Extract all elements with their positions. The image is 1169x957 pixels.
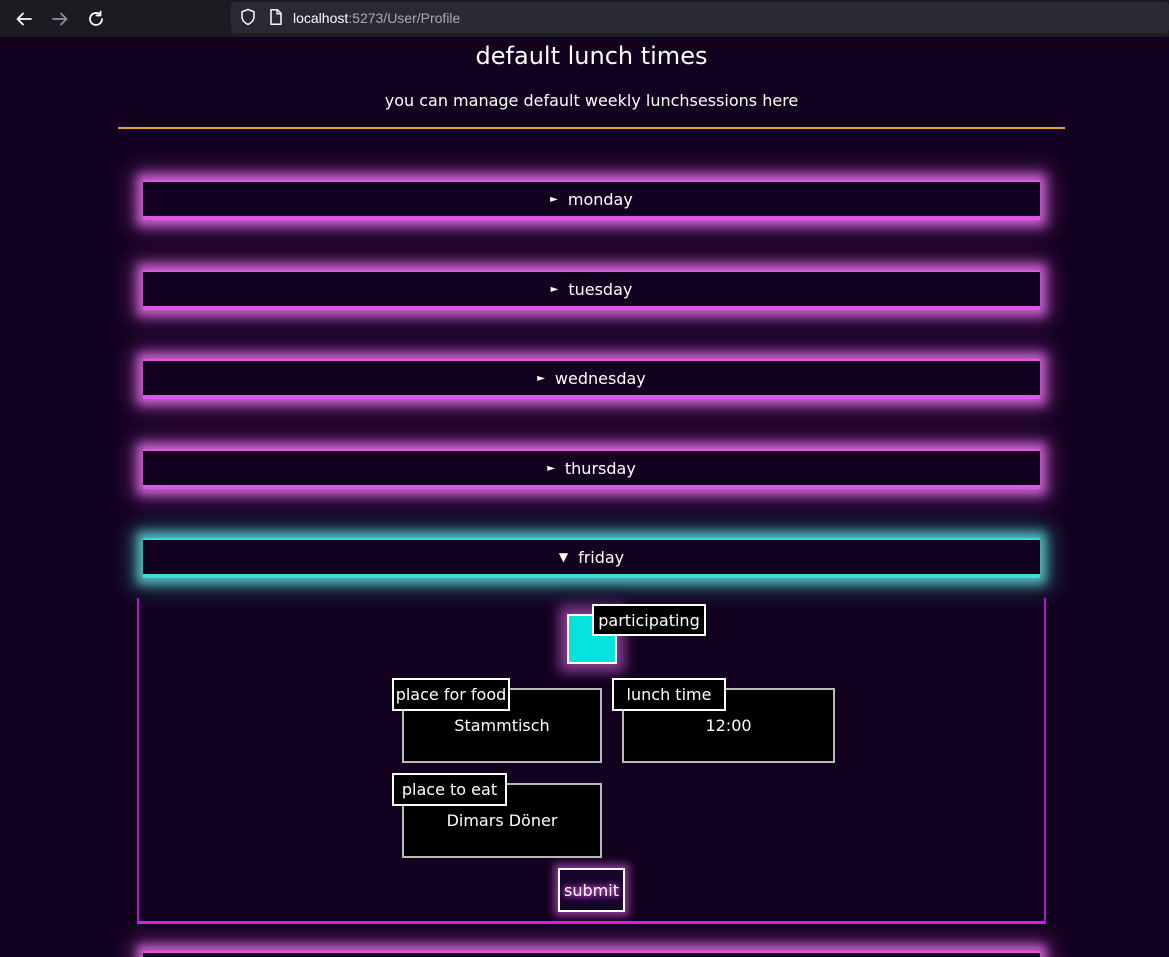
day-label: friday bbox=[578, 547, 625, 567]
page-title: default lunch times bbox=[475, 42, 708, 70]
shield-icon[interactable] bbox=[239, 8, 257, 26]
participating-label: participating bbox=[592, 604, 706, 636]
next-day-toggle-partial[interactable] bbox=[143, 951, 1040, 957]
url-text: localhost:5273/User/Profile bbox=[293, 10, 460, 26]
day-toggle-tuesday[interactable]: ► tuesday bbox=[143, 270, 1040, 310]
url-bar[interactable]: localhost:5273/User/Profile bbox=[231, 2, 1169, 33]
arrow-left-icon[interactable] bbox=[13, 8, 35, 30]
caret-right-icon: ► bbox=[550, 193, 558, 205]
url-path: :5273/User/Profile bbox=[348, 10, 461, 26]
caret-right-icon: ► bbox=[550, 283, 559, 295]
day-label: thursday bbox=[564, 458, 636, 478]
caret-right-icon: ► bbox=[537, 372, 545, 384]
day-toggle-wednesday[interactable]: ► wednesday bbox=[143, 359, 1040, 399]
day-label: tuesday bbox=[568, 279, 633, 299]
day-label: wednesday bbox=[554, 368, 646, 388]
day-label: monday bbox=[567, 189, 633, 209]
reload-icon[interactable] bbox=[85, 8, 107, 30]
arrow-right-icon[interactable] bbox=[49, 8, 71, 30]
header-divider bbox=[118, 127, 1065, 129]
submit-button[interactable]: submit bbox=[558, 868, 625, 912]
lunch-time-label: lunch time bbox=[612, 678, 726, 711]
caret-right-icon: ► bbox=[547, 462, 555, 474]
page-icon bbox=[267, 8, 285, 26]
page-subtitle: you can manage default weekly lunchsessi… bbox=[384, 91, 799, 110]
day-toggle-thursday[interactable]: ► thursday bbox=[143, 449, 1040, 489]
place-for-food-label: place for food bbox=[392, 678, 510, 711]
day-toggle-friday[interactable]: ▼ friday bbox=[143, 538, 1040, 578]
place-to-eat-label: place to eat bbox=[392, 773, 507, 806]
caret-down-icon: ▼ bbox=[558, 550, 569, 564]
browser-toolbar: localhost:5273/User/Profile bbox=[0, 0, 1169, 37]
day-toggle-monday[interactable]: ► monday bbox=[143, 180, 1040, 220]
url-host: localhost bbox=[293, 10, 349, 26]
